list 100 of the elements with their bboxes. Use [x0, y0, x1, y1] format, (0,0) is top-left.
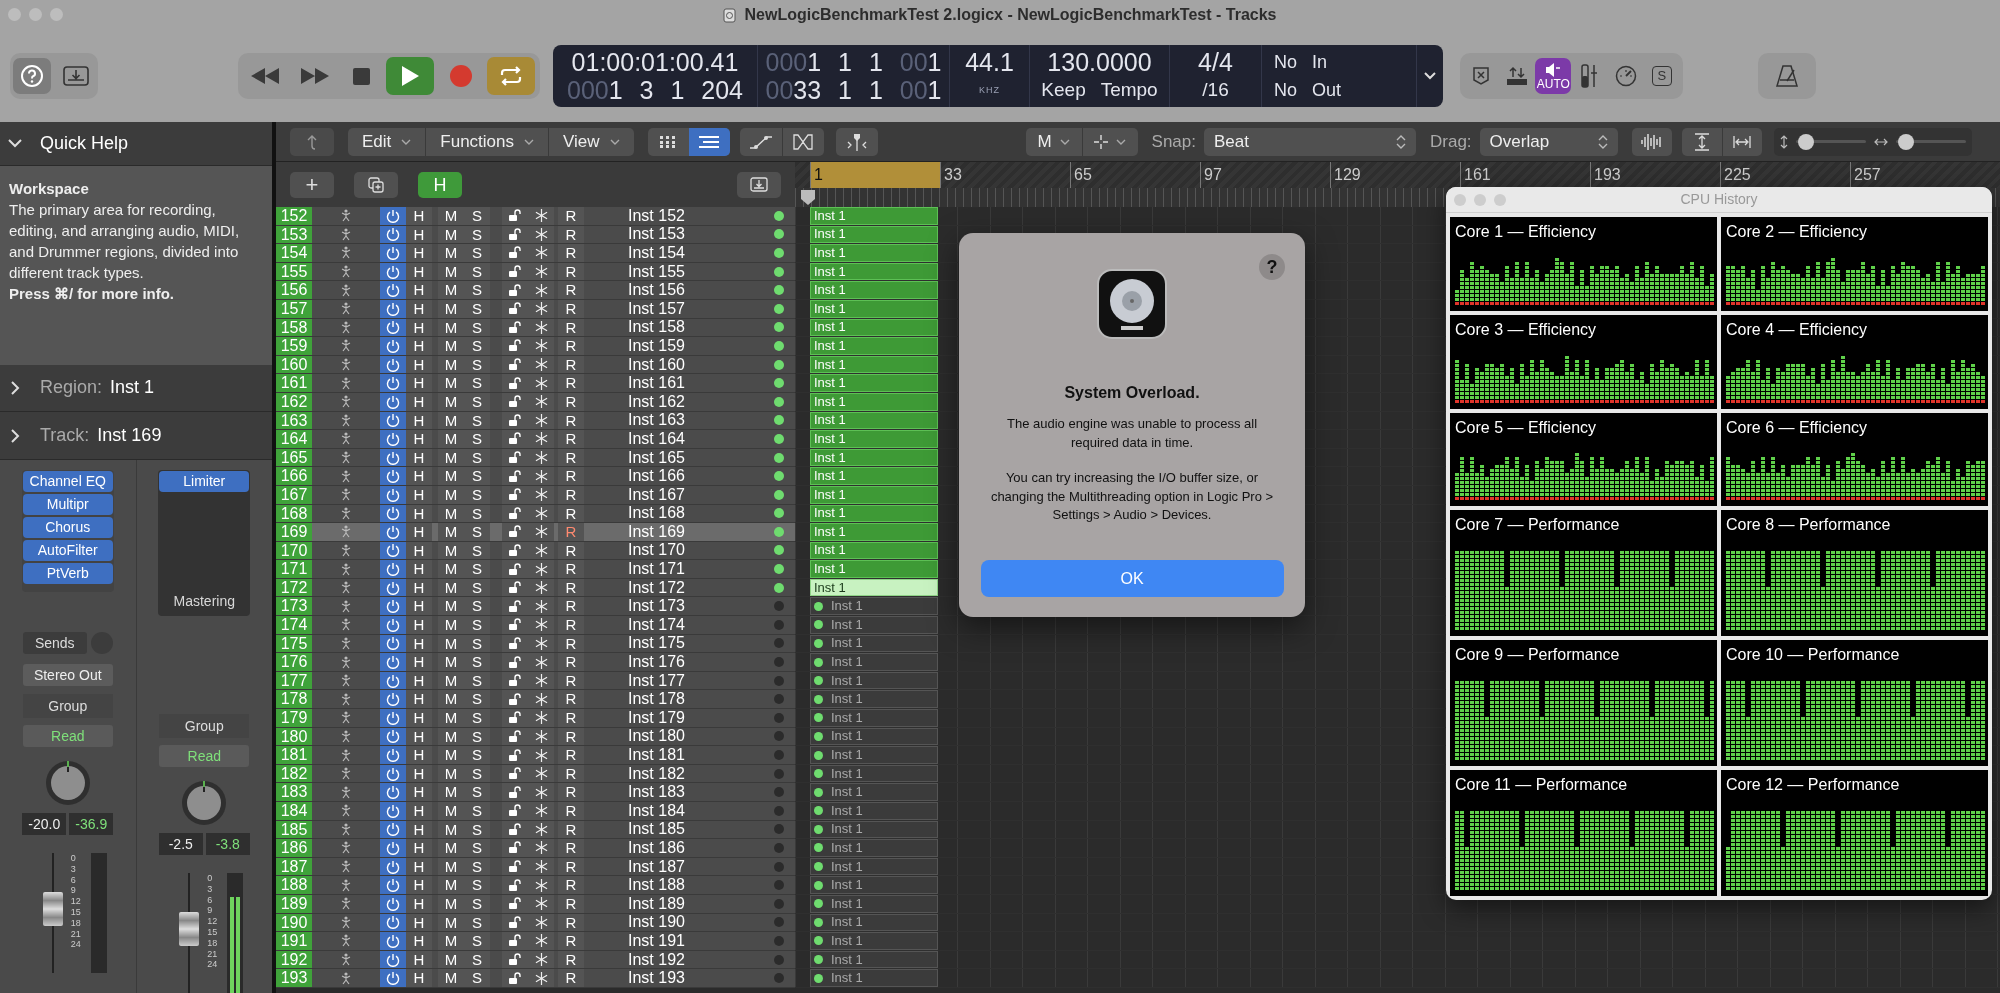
track-header[interactable]: 159 H M S R Inst 159: [276, 337, 795, 356]
region[interactable]: Inst 1: [810, 653, 938, 671]
region[interactable]: Inst 1: [810, 969, 938, 987]
freeze-button[interactable]: [528, 709, 554, 727]
solo-button[interactable]: S: [464, 337, 490, 355]
solo-button[interactable]: S: [464, 430, 490, 448]
track-header[interactable]: 179 H M S R Inst 179: [276, 709, 795, 728]
hide-button[interactable]: H: [406, 616, 432, 634]
lock-button[interactable]: [502, 932, 528, 950]
hide-button[interactable]: H: [406, 337, 432, 355]
plugin-slot[interactable]: Limiter: [159, 471, 250, 492]
record-enable-button[interactable]: R: [558, 597, 584, 616]
solo-button[interactable]: S: [464, 616, 490, 634]
solo-button[interactable]: S: [464, 597, 490, 616]
mute-button[interactable]: M: [438, 839, 464, 857]
hide-button[interactable]: H: [406, 653, 432, 671]
record-enable-button[interactable]: R: [558, 839, 584, 857]
hide-button[interactable]: H: [406, 876, 432, 894]
freeze-button[interactable]: [528, 802, 554, 820]
freeze-button[interactable]: [528, 839, 554, 857]
plugin-slot[interactable]: Multipr: [22, 494, 113, 515]
group-slot[interactable]: Group: [159, 714, 250, 738]
mute-button[interactable]: M: [438, 560, 464, 578]
hide-button[interactable]: H: [406, 597, 432, 616]
play-button[interactable]: [386, 57, 435, 95]
record-enable-button[interactable]: R: [558, 244, 584, 262]
automation-mode-button[interactable]: Read: [159, 745, 250, 767]
catch-button[interactable]: [835, 127, 878, 156]
hide-button[interactable]: H: [406, 207, 432, 225]
record-enable-button[interactable]: R: [558, 932, 584, 950]
hide-button[interactable]: H: [406, 430, 432, 448]
mute-button[interactable]: M: [438, 281, 464, 299]
group-slot[interactable]: Group: [22, 694, 113, 718]
record-enable-button[interactable]: R: [558, 653, 584, 671]
freeze-button[interactable]: [528, 337, 554, 355]
menu-button[interactable]: Functions: [425, 127, 548, 156]
lock-button[interactable]: [502, 839, 528, 857]
record-enable-button[interactable]: R: [558, 430, 584, 448]
region[interactable]: Inst 1: [810, 932, 938, 950]
freeze-button[interactable]: [528, 876, 554, 894]
menu-button[interactable]: Edit: [348, 127, 426, 156]
solo-button[interactable]: S: [464, 207, 490, 225]
track-header[interactable]: 191 H M S R Inst 191: [276, 932, 795, 951]
track-header[interactable]: 178 H M S R Inst 178: [276, 690, 795, 710]
lock-button[interactable]: [502, 876, 528, 894]
region[interactable]: Inst 1: [810, 207, 938, 225]
back-button[interactable]: [290, 127, 334, 156]
solo-button[interactable]: S: [464, 374, 490, 392]
region[interactable]: Inst 1: [810, 839, 938, 857]
fader-thumb[interactable]: [179, 911, 200, 946]
lock-button[interactable]: [502, 430, 528, 448]
mute-button[interactable]: M: [438, 932, 464, 950]
track-header[interactable]: 186 H M S R Inst 186: [276, 839, 795, 858]
mute-button[interactable]: M: [438, 783, 464, 801]
region[interactable]: Inst 1: [810, 374, 938, 392]
mute-button[interactable]: M: [438, 374, 464, 392]
help-button[interactable]: ?: [1259, 254, 1285, 280]
plugin-slot[interactable]: AutoFilter: [22, 540, 113, 561]
freeze-button[interactable]: [528, 281, 554, 299]
catch-region-button[interactable]: [737, 171, 781, 198]
fader-thumb[interactable]: [42, 891, 63, 926]
ok-button[interactable]: OK: [980, 560, 1284, 597]
track-header[interactable]: 181 H M S R Inst 181: [276, 746, 795, 765]
freeze-button[interactable]: [528, 374, 554, 392]
record-enable-button[interactable]: R: [558, 969, 584, 987]
zoom-slider[interactable]: [1795, 133, 1866, 150]
mute-button[interactable]: M: [438, 746, 464, 764]
pan-knob[interactable]: [180, 779, 229, 827]
region[interactable]: Inst 1: [810, 281, 938, 299]
mute-button[interactable]: M: [438, 597, 464, 616]
inspector-section-header[interactable]: Region: Inst 1: [0, 364, 272, 413]
record-enable-button[interactable]: R: [558, 746, 584, 764]
solo-button[interactable]: S: [464, 560, 490, 578]
freeze-button[interactable]: [528, 932, 554, 950]
lock-button[interactable]: [502, 244, 528, 262]
playhead-marker[interactable]: [800, 189, 816, 206]
region[interactable]: Inst 1: [810, 690, 938, 709]
solo-button[interactable]: S: [464, 783, 490, 801]
record-enable-button[interactable]: R: [558, 467, 584, 485]
region[interactable]: Inst 1: [810, 802, 938, 820]
track-header[interactable]: 161 H M S R Inst 161: [276, 374, 795, 393]
track-header[interactable]: 176 H M S R Inst 176: [276, 653, 795, 672]
region[interactable]: Inst 1: [810, 876, 938, 894]
mute-button[interactable]: M: [438, 969, 464, 987]
lock-button[interactable]: [502, 709, 528, 727]
hide-button[interactable]: H: [406, 523, 432, 541]
hide-button[interactable]: H: [406, 690, 432, 709]
record-enable-button[interactable]: R: [558, 783, 584, 801]
freeze-button[interactable]: [528, 207, 554, 225]
freeze-button[interactable]: [528, 783, 554, 801]
lock-button[interactable]: [502, 690, 528, 709]
track-header[interactable]: 166 H M S R Inst 166: [276, 467, 795, 486]
lock-button[interactable]: [502, 281, 528, 299]
track-header[interactable]: 156 H M S R Inst 156: [276, 281, 795, 300]
duplicate-track-button[interactable]: [354, 171, 398, 198]
lock-button[interactable]: [502, 969, 528, 987]
lock-button[interactable]: [502, 616, 528, 634]
solo-button[interactable]: S: [464, 244, 490, 262]
solo-button[interactable]: S: [464, 523, 490, 541]
region[interactable]: Inst 1: [810, 597, 938, 616]
